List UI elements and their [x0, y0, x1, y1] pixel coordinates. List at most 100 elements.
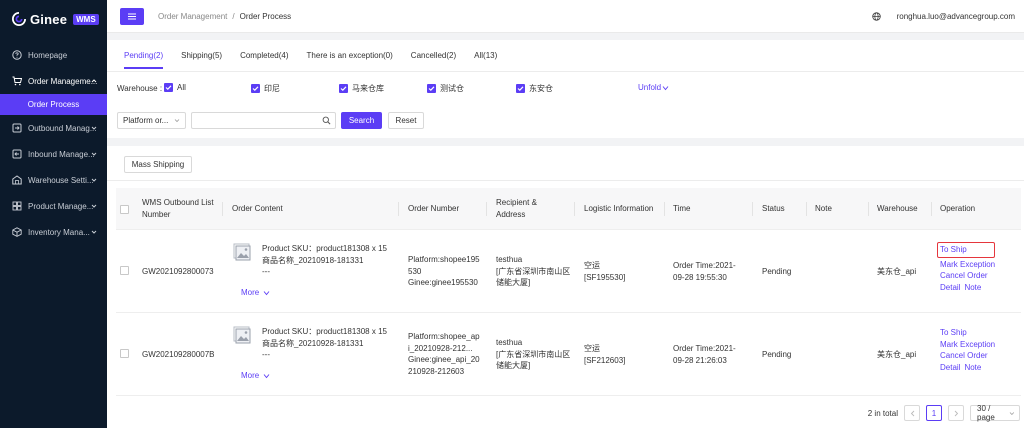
logo-badge: WMS	[73, 13, 99, 25]
cancel-order-link[interactable]: Cancel Order	[940, 350, 995, 362]
checkbox-checked-icon[interactable]	[427, 84, 436, 93]
warehouse-option-label: 东安仓	[529, 84, 553, 93]
product-icon	[12, 201, 22, 211]
warehouse-option-label: 测试仓	[440, 84, 464, 93]
sidebar-item-outbound-management[interactable]: Outbound Manag...	[0, 115, 107, 141]
outbound-number: GW202109280007B	[142, 350, 215, 359]
pagination: 2 in total 1 30 / page	[868, 404, 1020, 422]
order-number-line: Ginee:ginee_api_20	[408, 355, 480, 364]
mark-exception-link[interactable]: Mark Exception	[940, 259, 995, 271]
sidebar-subitem-order-process[interactable]: Order Process	[0, 94, 107, 115]
sidebar-item-label: Inventory Mana...	[28, 227, 90, 237]
search-button[interactable]: Search	[341, 112, 382, 129]
row-operations: To Ship Mark Exception Cancel Order Deta…	[937, 242, 996, 294]
to-ship-link[interactable]: To Ship	[937, 242, 996, 258]
sidebar-item-homepage[interactable]: Homepage	[0, 42, 107, 68]
mass-shipping-button[interactable]: Mass Shipping	[124, 156, 192, 173]
checkbox-checked-icon[interactable]	[251, 84, 260, 93]
header-status: Status	[762, 204, 785, 213]
sidebar-item-label: Product Manage...	[28, 201, 94, 211]
user-email[interactable]: ronghua.luo@advancegroup.com	[897, 12, 1015, 21]
breadcrumb: Order Management / Order Process	[158, 12, 291, 21]
warehouse-option-indonesia[interactable]: 印尼	[251, 83, 280, 94]
inbound-icon	[12, 149, 22, 159]
header-time: Time	[673, 204, 691, 213]
header-text: Address	[496, 210, 526, 219]
tabs-divider	[107, 71, 1024, 72]
tab-pending[interactable]: Pending(2)	[124, 51, 164, 69]
chevron-left-icon	[910, 410, 914, 416]
sidebar-item-inbound-management[interactable]: Inbound Manage...	[0, 141, 107, 167]
tab-cancelled[interactable]: Cancelled(2)	[411, 51, 456, 69]
search-icon[interactable]	[322, 116, 331, 125]
row-checkbox[interactable]	[120, 266, 129, 275]
sidebar-item-warehouse-settings[interactable]: Warehouse Setti...	[0, 167, 107, 193]
sidebar-item-order-management[interactable]: Order Manageme...	[0, 68, 107, 94]
orders-card: Mass Shipping WMS Outbound List Number Or…	[107, 146, 1024, 428]
next-page-button[interactable]	[948, 405, 964, 421]
outbound-icon	[12, 123, 22, 133]
table-row: GW202109280007B Product SKU：product18130…	[116, 313, 1021, 396]
order-time-line: 09-28 21:26:03	[673, 355, 727, 365]
cancel-order-link[interactable]: Cancel Order	[940, 270, 995, 282]
order-time-line: 09-28 19:55:30	[673, 272, 727, 282]
order-time: Order Time:2021- 09-28 21:26:03	[673, 343, 736, 366]
warehouse-option-test[interactable]: 测试仓	[427, 83, 464, 94]
order-content: Product SKU：product181308 x 15 商品名称_2021…	[262, 326, 387, 361]
chevron-down-icon	[91, 178, 97, 182]
tab-completed[interactable]: Completed(4)	[240, 51, 288, 69]
order-number-line: 530	[408, 266, 422, 276]
checkbox-checked-icon[interactable]	[516, 84, 525, 93]
warehouse-filter: Warehouse : All 印尼 马来仓库 测试仓 东安仓 Unfold	[117, 83, 697, 95]
reset-button[interactable]: Reset	[388, 112, 424, 129]
menu-icon	[128, 13, 136, 19]
detail-link[interactable]: Detail	[940, 362, 960, 374]
warehouse-icon	[12, 175, 22, 185]
header-warehouse: Warehouse	[877, 204, 918, 213]
note-link[interactable]: Note	[964, 282, 981, 294]
warehouse-name: 美东仓_api	[877, 267, 917, 276]
inventory-icon	[12, 227, 22, 237]
product-name: 商品名称_20210928-181331	[262, 338, 364, 348]
outbound-number: GW2021092800073	[142, 267, 214, 276]
note-link[interactable]: Note	[964, 362, 981, 374]
detail-link[interactable]: Detail	[940, 282, 960, 294]
warehouse-option-malaysia[interactable]: 马来仓库	[339, 83, 384, 94]
sidebar: Ginee WMS Homepage Order Manageme... Ord…	[0, 0, 107, 428]
row-checkbox[interactable]	[120, 349, 129, 358]
menu-toggle-button[interactable]	[120, 7, 144, 25]
logo[interactable]: Ginee WMS	[0, 0, 107, 38]
sidebar-item-product-management[interactable]: Product Manage...	[0, 193, 107, 219]
search-input[interactable]	[191, 112, 336, 129]
sidebar-item-label: Outbound Manag...	[28, 123, 97, 133]
unfold-link[interactable]: Unfold	[638, 83, 669, 92]
breadcrumb-parent[interactable]: Order Management	[158, 12, 227, 21]
recipient-name: testhua	[496, 338, 523, 347]
prev-page-button[interactable]	[904, 405, 920, 421]
order-number-line: i_20210928-212...	[408, 343, 473, 353]
warehouse-option-dongan[interactable]: 东安仓	[516, 83, 553, 94]
more-link[interactable]: More	[241, 288, 270, 297]
checkbox-checked-icon[interactable]	[164, 83, 173, 92]
page-size-value: 30 / page	[977, 404, 995, 422]
checkbox-checked-icon[interactable]	[339, 84, 348, 93]
more-label: More	[241, 288, 260, 297]
order-number: Platform:shopee195 530 Ginee:ginee195530	[408, 254, 480, 289]
sidebar-item-label: Warehouse Setti...	[28, 175, 94, 185]
more-link[interactable]: More	[241, 371, 270, 380]
select-all-checkbox[interactable]	[120, 205, 129, 214]
sidebar-item-inventory-management[interactable]: Inventory Mana...	[0, 219, 107, 245]
page-1-button[interactable]: 1	[926, 405, 942, 421]
platform-select[interactable]: Platform or...	[117, 112, 186, 129]
order-time-line: Order Time:2021-	[673, 261, 736, 270]
tab-shipping[interactable]: Shipping(5)	[181, 51, 222, 69]
warehouse-option-all[interactable]: All	[164, 83, 186, 92]
page-size-select[interactable]: 30 / page	[970, 404, 1020, 422]
tab-all[interactable]: All(13)	[474, 51, 497, 69]
warehouse-option-label: 印尼	[264, 84, 280, 93]
mark-exception-link[interactable]: Mark Exception	[940, 339, 995, 351]
header-text: Recipient &	[496, 198, 537, 207]
globe-icon[interactable]	[871, 12, 881, 21]
tab-exception[interactable]: There is an exception(0)	[307, 51, 393, 69]
to-ship-link[interactable]: To Ship	[940, 327, 995, 339]
